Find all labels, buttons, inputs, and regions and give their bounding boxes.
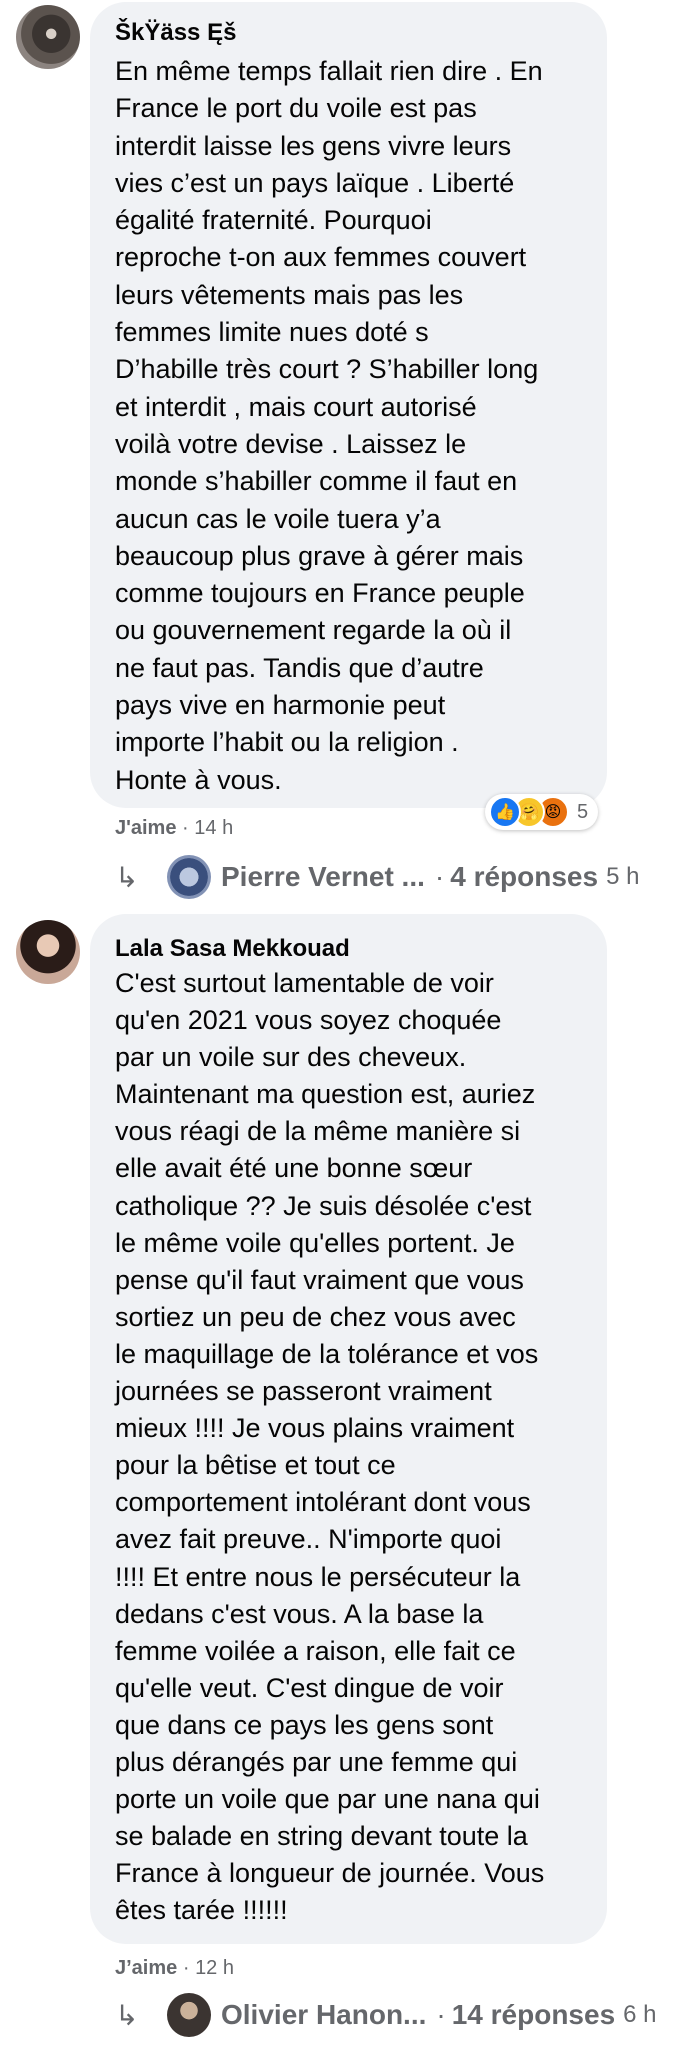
reply-arrow-icon: ↳ (115, 861, 139, 893)
comment-actions: J’aime · 12 h (115, 1956, 234, 1980)
reply-avatar (167, 855, 211, 899)
comment-text: En même temps fallait rien dire . En Fra… (115, 56, 543, 795)
reply-arrow-icon: ↳ (115, 1999, 139, 2031)
comment-actions: J'aime · 14 h (115, 816, 233, 840)
commenter-avatar[interactable] (16, 920, 80, 984)
separator: · (436, 1999, 446, 2030)
separator: · (434, 861, 445, 892)
comment-timestamp[interactable]: 14 h (194, 817, 233, 839)
reply-count[interactable]: 4 réponses (450, 861, 598, 893)
view-replies-link[interactable]: ↳ Pierre Vernet ... · 4 réponses 5 h (115, 852, 639, 902)
reply-avatar (167, 1993, 211, 2037)
comment-timestamp[interactable]: 12 h (195, 1957, 234, 1979)
comment-bubble: Lala Sasa Mekkouad C'est surtout lamenta… (90, 914, 607, 1944)
reply-timestamp: 6 h (623, 2001, 657, 2028)
comment-text: C'est surtout lamentable de voir qu'en 2… (115, 968, 545, 1926)
commenter-avatar[interactable] (16, 5, 80, 69)
reply-author[interactable]: Olivier Hanon... (221, 1999, 426, 2031)
separator: · (182, 1957, 190, 1979)
reply-timestamp: 5 h (606, 863, 640, 890)
separator: · (182, 817, 189, 839)
reply-count[interactable]: 14 réponses (452, 1999, 615, 2031)
like-button[interactable]: J’aime (115, 1957, 177, 1979)
like-button[interactable]: J'aime (115, 817, 176, 839)
comment-author[interactable]: ŠkŸäss Ęš (115, 20, 236, 46)
comment-author[interactable]: Lala Sasa Mekkouad (115, 936, 350, 962)
reaction-summary[interactable]: 👍 🤗 😡 5 (485, 794, 599, 830)
comment-bubble: ŠkŸäss Ęš En même temps fallait rien dir… (90, 2, 607, 808)
like-icon: 👍 (489, 796, 521, 828)
reply-author[interactable]: Pierre Vernet ... (221, 861, 425, 893)
view-replies-link[interactable]: ↳ Olivier Hanon... · 14 réponses 6 h (115, 1990, 657, 2040)
reaction-count: 5 (577, 800, 589, 823)
